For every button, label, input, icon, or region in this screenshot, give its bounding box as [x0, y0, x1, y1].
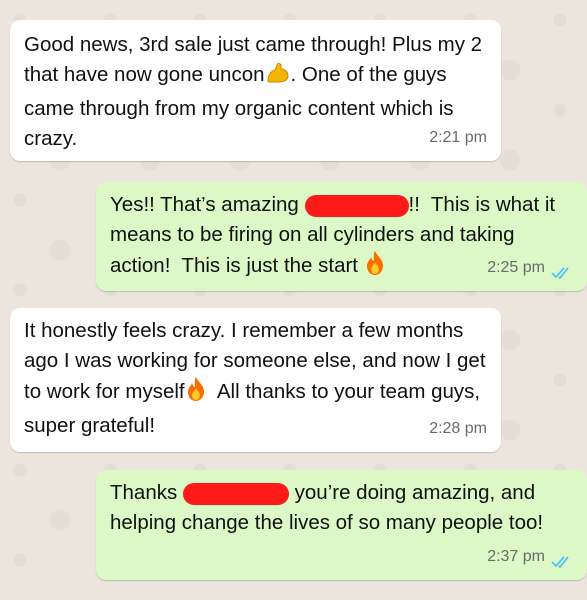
message-text: Good news, 3rd sale just came through! P…	[24, 33, 488, 150]
message-bubble-outgoing[interactable]: Yes!! That’s amazing !! This is what it …	[96, 182, 587, 291]
fire-icon	[185, 376, 207, 411]
redacted-name	[182, 482, 289, 505]
fire-icon	[364, 250, 386, 285]
message-time: 2:37 pm	[487, 548, 545, 565]
message-bubble-incoming[interactable]: Good news, 3rd sale just came through! P…	[10, 20, 501, 161]
message-time: 2:21 pm	[429, 129, 487, 146]
double-check-read-icon	[551, 550, 573, 569]
message-text: It honestly feels crazy. I remember a fe…	[24, 319, 492, 437]
message-time: 2:28 pm	[429, 420, 487, 437]
double-check-read-icon	[551, 261, 573, 280]
message-text: Thanks you’re doing amazing, and helping…	[110, 481, 544, 534]
message-time: 2:25 pm	[487, 259, 545, 276]
message-bubble-outgoing[interactable]: Thanks you’re doing amazing, and helping…	[96, 470, 587, 580]
flexed-biceps-icon	[265, 61, 291, 94]
message-meta: 2:25 pm	[487, 253, 573, 283]
message-bubble-incoming[interactable]: It honestly feels crazy. I remember a fe…	[10, 308, 501, 452]
redacted-name	[304, 194, 409, 217]
message-meta: 2:37 pm	[487, 542, 573, 572]
message-meta: 2:28 pm	[429, 414, 487, 444]
message-meta: 2:21 pm	[429, 123, 487, 153]
